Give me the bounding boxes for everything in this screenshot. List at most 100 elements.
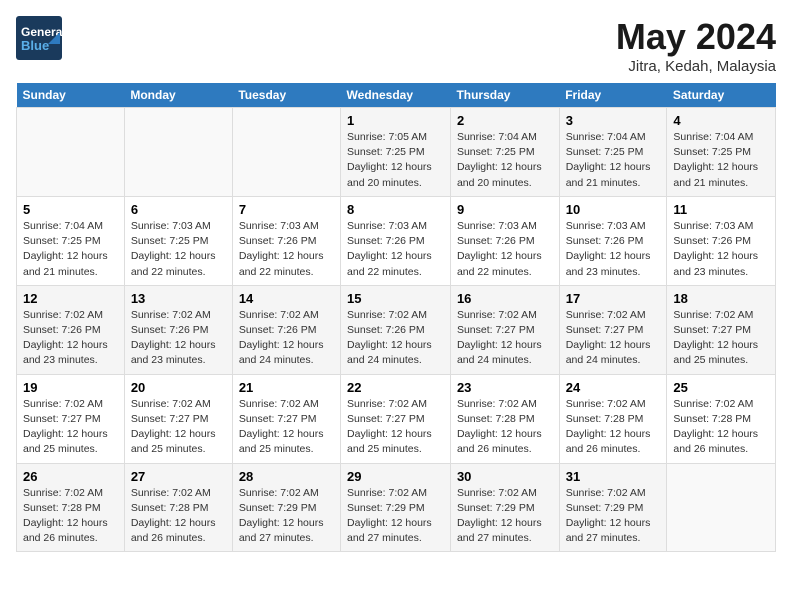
location: Jitra, Kedah, Malaysia [616,58,776,75]
day-number: 17 [566,291,661,306]
calendar-week-row: 5Sunrise: 7:04 AMSunset: 7:25 PMDaylight… [17,196,776,285]
logo: General Blue [16,16,62,60]
day-number: 12 [23,291,118,306]
day-number: 26 [23,469,118,484]
day-info: Sunrise: 7:02 AMSunset: 7:28 PMDaylight:… [673,397,769,458]
calendar-cell: 28Sunrise: 7:02 AMSunset: 7:29 PMDayligh… [232,463,340,552]
day-info: Sunrise: 7:02 AMSunset: 7:28 PMDaylight:… [457,397,553,458]
calendar-cell: 16 Sunrise: 7:02 AMSunset: 7:27 PMDayligh… [450,285,559,374]
day-number: 13 [131,291,226,306]
calendar-cell: 17 Sunrise: 7:02 AMSunset: 7:27 PMDayligh… [559,285,667,374]
day-info: Sunrise: 7:02 AMSunset: 7:26 PMDaylight:… [131,308,226,369]
calendar-week-row: 1Sunrise: 7:05 AMSunset: 7:25 PMDaylight… [17,108,776,197]
weekday-header-thursday: Thursday [450,83,559,108]
day-info: Sunrise: 7:04 AMSunset: 7:25 PMDaylight:… [673,130,769,191]
day-info: Sunrise: 7:02 AMSunset: 7:27 PMDaylight:… [23,397,118,458]
calendar-cell: 10 Sunrise: 7:03 AMSunset: 7:26 PMDayligh… [559,196,667,285]
calendar-body: 1Sunrise: 7:05 AMSunset: 7:25 PMDaylight… [17,108,776,552]
day-info: Sunrise: 7:02 AMSunset: 7:29 PMDaylight:… [347,486,444,547]
logo-icon: General Blue [16,16,62,60]
calendar-cell: 25 Sunrise: 7:02 AMSunset: 7:28 PMDayligh… [667,374,776,463]
day-number: 6 [131,202,226,217]
day-info: Sunrise: 7:02 AMSunset: 7:26 PMDaylight:… [347,308,444,369]
calendar-cell: 29Sunrise: 7:02 AMSunset: 7:29 PMDayligh… [341,463,451,552]
day-number: 19 [23,380,118,395]
calendar-cell [17,108,125,197]
calendar-cell: 23 Sunrise: 7:02 AMSunset: 7:28 PMDayligh… [450,374,559,463]
calendar-cell [667,463,776,552]
calendar-cell: 4 Sunrise: 7:04 AMSunset: 7:25 PMDaylight… [667,108,776,197]
day-info: Sunrise: 7:02 AMSunset: 7:27 PMDaylight:… [457,308,553,369]
calendar-cell: 24 Sunrise: 7:02 AMSunset: 7:28 PMDayligh… [559,374,667,463]
day-info: Sunrise: 7:03 AMSunset: 7:26 PMDaylight:… [239,219,334,280]
day-info: Sunrise: 7:02 AMSunset: 7:27 PMDaylight:… [131,397,226,458]
day-info: Sunrise: 7:03 AMSunset: 7:26 PMDaylight:… [457,219,553,280]
day-number: 21 [239,380,334,395]
day-info: Sunrise: 7:02 AMSunset: 7:29 PMDaylight:… [566,486,661,547]
weekday-header-friday: Friday [559,83,667,108]
calendar-cell: 8 Sunrise: 7:03 AMSunset: 7:26 PMDaylight… [341,196,451,285]
day-info: Sunrise: 7:02 AMSunset: 7:29 PMDaylight:… [457,486,553,547]
calendar-cell: 6 Sunrise: 7:03 AMSunset: 7:25 PMDaylight… [124,196,232,285]
calendar-cell: 31Sunrise: 7:02 AMSunset: 7:29 PMDayligh… [559,463,667,552]
day-number: 4 [673,113,769,128]
day-info: Sunrise: 7:02 AMSunset: 7:28 PMDaylight:… [131,486,226,547]
day-info: Sunrise: 7:02 AMSunset: 7:26 PMDaylight:… [239,308,334,369]
day-info: Sunrise: 7:02 AMSunset: 7:27 PMDaylight:… [347,397,444,458]
day-info: Sunrise: 7:03 AMSunset: 7:25 PMDaylight:… [131,219,226,280]
day-info: Sunrise: 7:03 AMSunset: 7:26 PMDaylight:… [566,219,661,280]
day-number: 3 [566,113,661,128]
weekday-header-wednesday: Wednesday [341,83,451,108]
day-number: 30 [457,469,553,484]
day-number: 25 [673,380,769,395]
day-number: 22 [347,380,444,395]
calendar-cell: 21 Sunrise: 7:02 AMSunset: 7:27 PMDayligh… [232,374,340,463]
day-info: Sunrise: 7:02 AMSunset: 7:27 PMDaylight:… [239,397,334,458]
day-info: Sunrise: 7:02 AMSunset: 7:26 PMDaylight:… [23,308,118,369]
day-info: Sunrise: 7:04 AMSunset: 7:25 PMDaylight:… [566,130,661,191]
calendar-cell: 12 Sunrise: 7:02 AMSunset: 7:26 PMDayligh… [17,285,125,374]
calendar-cell: 14Sunrise: 7:02 AMSunset: 7:26 PMDayligh… [232,285,340,374]
calendar-week-row: 19 Sunrise: 7:02 AMSunset: 7:27 PMDayligh… [17,374,776,463]
day-info: Sunrise: 7:02 AMSunset: 7:27 PMDaylight:… [673,308,769,369]
day-number: 16 [457,291,553,306]
weekday-header-sunday: Sunday [17,83,125,108]
calendar-cell: 27 Sunrise: 7:02 AMSunset: 7:28 PMDayligh… [124,463,232,552]
title-area: May 2024 Jitra, Kedah, Malaysia [616,16,776,75]
day-number: 24 [566,380,661,395]
calendar-cell: 20 Sunrise: 7:02 AMSunset: 7:27 PMDayligh… [124,374,232,463]
calendar-cell: 9 Sunrise: 7:03 AMSunset: 7:26 PMDaylight… [450,196,559,285]
day-number: 9 [457,202,553,217]
day-info: Sunrise: 7:04 AMSunset: 7:25 PMDaylight:… [23,219,118,280]
day-number: 23 [457,380,553,395]
day-info: Sunrise: 7:02 AMSunset: 7:27 PMDaylight:… [566,308,661,369]
calendar-cell [124,108,232,197]
day-number: 1 [347,113,444,128]
month-title: May 2024 [616,16,776,58]
calendar-table: SundayMondayTuesdayWednesdayThursdayFrid… [16,83,776,552]
calendar-cell [232,108,340,197]
calendar-cell: 19 Sunrise: 7:02 AMSunset: 7:27 PMDayligh… [17,374,125,463]
calendar-cell: 7Sunrise: 7:03 AMSunset: 7:26 PMDaylight… [232,196,340,285]
calendar-cell: 1Sunrise: 7:05 AMSunset: 7:25 PMDaylight… [341,108,451,197]
weekday-header-tuesday: Tuesday [232,83,340,108]
day-info: Sunrise: 7:02 AMSunset: 7:28 PMDaylight:… [566,397,661,458]
day-number: 2 [457,113,553,128]
day-info: Sunrise: 7:03 AMSunset: 7:26 PMDaylight:… [673,219,769,280]
calendar-week-row: 26 Sunrise: 7:02 AMSunset: 7:28 PMDayligh… [17,463,776,552]
day-info: Sunrise: 7:03 AMSunset: 7:26 PMDaylight:… [347,219,444,280]
calendar-cell: 5Sunrise: 7:04 AMSunset: 7:25 PMDaylight… [17,196,125,285]
calendar-cell: 26 Sunrise: 7:02 AMSunset: 7:28 PMDayligh… [17,463,125,552]
day-number: 8 [347,202,444,217]
calendar-cell: 22 Sunrise: 7:02 AMSunset: 7:27 PMDayligh… [341,374,451,463]
calendar-cell: 18Sunrise: 7:02 AMSunset: 7:27 PMDayligh… [667,285,776,374]
weekday-header-monday: Monday [124,83,232,108]
day-number: 10 [566,202,661,217]
day-number: 27 [131,469,226,484]
calendar-week-row: 12 Sunrise: 7:02 AMSunset: 7:26 PMDayligh… [17,285,776,374]
day-number: 20 [131,380,226,395]
calendar-cell: 30 Sunrise: 7:02 AMSunset: 7:29 PMDayligh… [450,463,559,552]
day-info: Sunrise: 7:02 AMSunset: 7:28 PMDaylight:… [23,486,118,547]
weekday-header-saturday: Saturday [667,83,776,108]
calendar-cell: 13 Sunrise: 7:02 AMSunset: 7:26 PMDayligh… [124,285,232,374]
